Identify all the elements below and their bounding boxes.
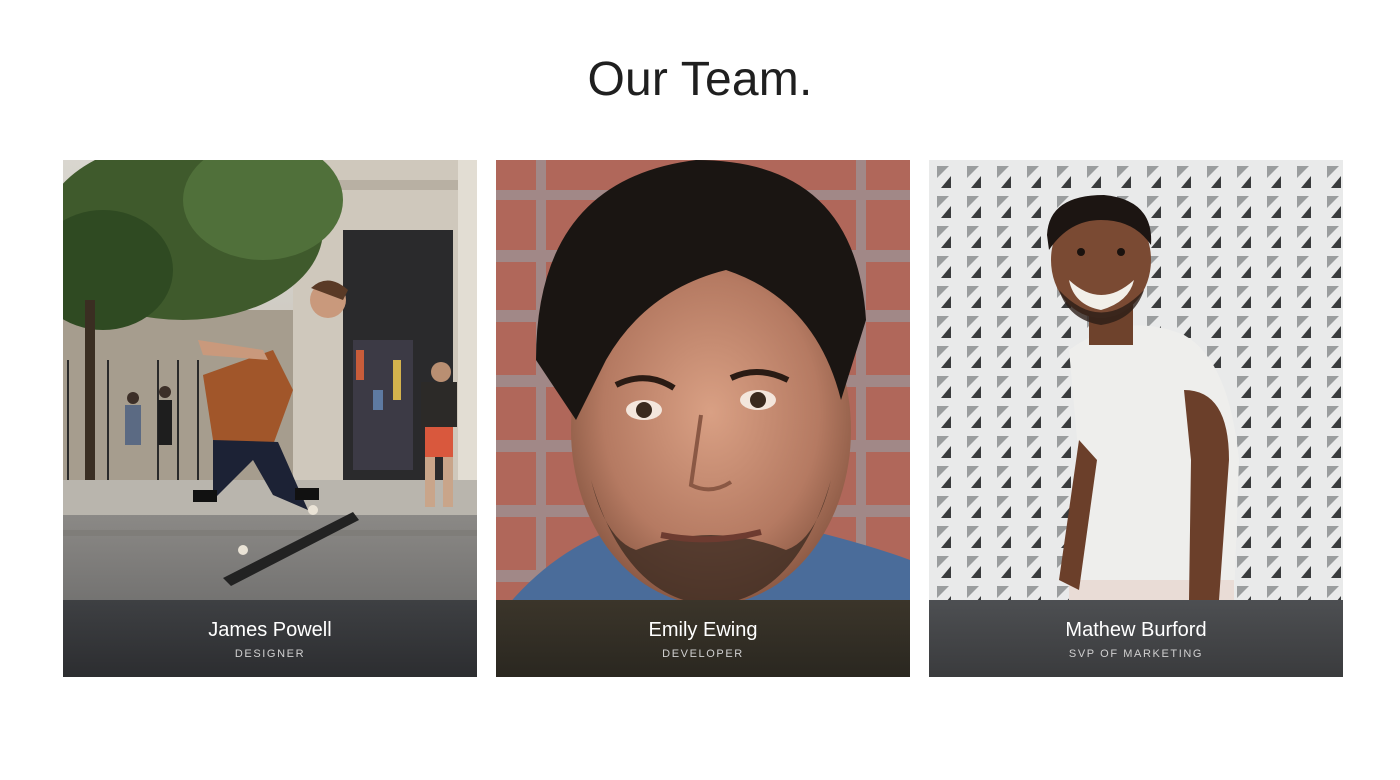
member-role: DEVELOPER xyxy=(662,648,744,660)
member-name: Mathew Burford xyxy=(1065,619,1207,641)
team-card-james-powell[interactable]: James Powell DESIGNER xyxy=(63,160,477,677)
member-name: Emily Ewing xyxy=(648,619,758,641)
page-title: Our Team. xyxy=(587,53,813,106)
member-role: DESIGNER xyxy=(234,648,306,660)
team-card-mathew-burford[interactable]: Mathew Burford SVP OF MARKETING xyxy=(929,160,1343,677)
team-section: Our Team. James Powell DESIGNER Emily Ew… xyxy=(0,0,1400,780)
team-card-caption: Mathew Burford SVP OF MARKETING xyxy=(929,600,1343,677)
team-card-emily-ewing[interactable]: Emily Ewing DEVELOPER xyxy=(496,160,910,677)
team-card-caption: Emily Ewing DEVELOPER xyxy=(496,600,910,677)
member-role: SVP OF MARKETING xyxy=(1068,648,1204,660)
member-name: James Powell xyxy=(208,619,332,641)
team-card-caption: James Powell DESIGNER xyxy=(63,600,477,677)
